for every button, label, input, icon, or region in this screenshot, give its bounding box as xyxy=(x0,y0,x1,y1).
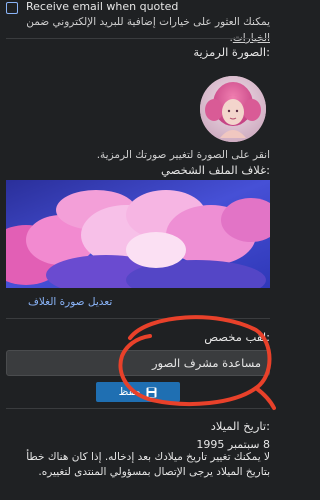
cover-section-title: غلاف الملف الشخصي: xyxy=(161,163,270,177)
cover-clouds xyxy=(6,180,270,288)
divider xyxy=(6,318,270,319)
avatar-hint: انقر على الصورة لتغيير صورتك الرمزية. xyxy=(96,149,270,161)
divider xyxy=(6,408,270,409)
save-button[interactable]: حفظ xyxy=(96,382,180,402)
custom-title-input[interactable] xyxy=(6,350,270,376)
edit-cover-link[interactable]: تعديل صورة الغلاف xyxy=(6,296,270,308)
divider xyxy=(6,38,270,39)
helper-text: يمكنك العثور على خيارات إضافية للبريد ال… xyxy=(26,16,270,28)
save-label: حفظ xyxy=(118,386,141,398)
avatar-image xyxy=(200,76,266,142)
avatar[interactable] xyxy=(200,76,266,142)
custom-title-label: لقب مخصص: xyxy=(204,330,270,344)
email-options-helper: يمكنك العثور على خيارات إضافية للبريد ال… xyxy=(6,14,270,46)
receive-email-checkbox[interactable] xyxy=(6,2,18,14)
avatar-section-title: الصورة الرمزية: xyxy=(193,45,270,59)
dob-label: تاريخ الميلاد: xyxy=(210,419,270,433)
dob-note: لا يمكنك تغيير تاريخ ميلادك بعد إدخاله. … xyxy=(26,451,270,478)
floppy-disk-icon xyxy=(146,387,157,397)
profile-cover-image[interactable] xyxy=(6,180,270,288)
receive-email-label: Receive email when quoted xyxy=(26,0,179,13)
